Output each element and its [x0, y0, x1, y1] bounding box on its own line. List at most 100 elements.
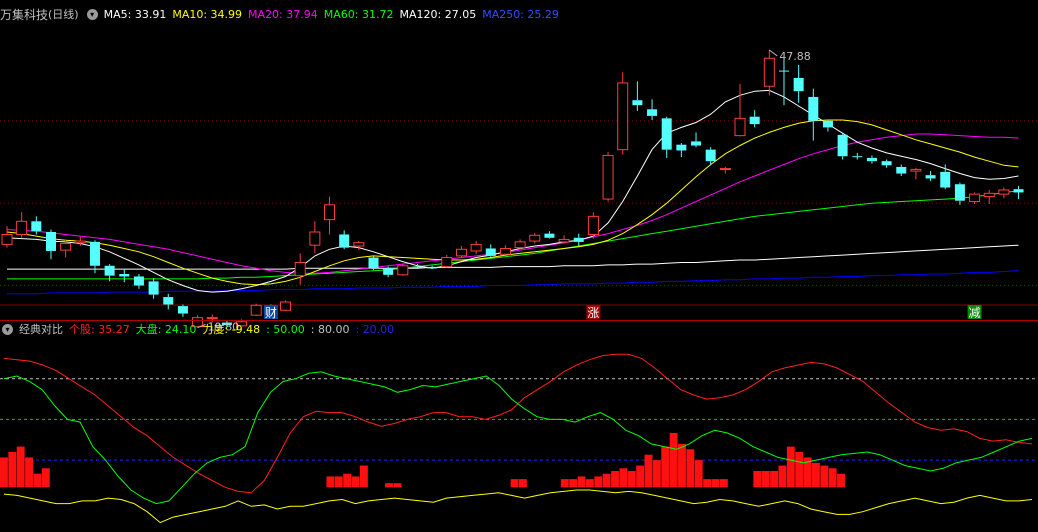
candle-body: [104, 265, 115, 276]
candle-body: [778, 70, 789, 72]
candle-body: [133, 276, 144, 286]
candlestick: [177, 304, 188, 317]
candlestick: [910, 167, 922, 180]
strength-bar: [837, 473, 845, 488]
sub-panel-name[interactable]: 经典对比: [19, 321, 63, 337]
candle-body: [822, 120, 833, 128]
candle-body: [397, 265, 409, 276]
candlestick: [719, 166, 731, 174]
candle-body: [1013, 189, 1024, 193]
strength-bar: [644, 454, 653, 488]
candlestick: [896, 164, 907, 176]
candle-body: [427, 267, 438, 269]
candlestick: [163, 293, 174, 310]
candlestick: [368, 255, 379, 270]
candle-body: [514, 241, 526, 249]
candlestick: [661, 116, 672, 158]
candle-body: [602, 154, 614, 200]
strength-bar: [585, 479, 594, 488]
candlestick: [866, 155, 877, 164]
candle-body: [852, 156, 863, 158]
strength-bar: [719, 479, 728, 488]
strength-bar: [770, 471, 778, 488]
candlestick: [133, 274, 144, 289]
candlestick: [793, 64, 804, 103]
strength-bar: [560, 479, 569, 488]
stock-name[interactable]: 万集科技: [0, 6, 48, 23]
stock-value-label: 个股: 35.27: [69, 323, 130, 336]
candle-body: [339, 234, 350, 248]
candlestick: [514, 239, 526, 250]
candlestick: [763, 50, 775, 96]
candlestick: [89, 240, 100, 274]
candle-body: [734, 117, 746, 137]
ma250-line: [7, 270, 1019, 295]
series-line-力度: [3, 489, 1033, 524]
ma250-label: MA250: 25.29: [482, 7, 559, 21]
candle-body: [45, 232, 56, 251]
candlestick: [969, 192, 981, 204]
candlestick: [676, 143, 687, 158]
strength-bar: [351, 476, 360, 488]
strength-bar: [41, 468, 50, 488]
candle-body: [74, 240, 86, 244]
candlestick: [427, 265, 438, 270]
main-panel-header: 万集科技 (日线) ▾ MA5: 33.91 MA10: 34.99 MA20: …: [0, 6, 559, 22]
strength-bar: [811, 462, 820, 488]
ref50-label: : 50.00: [266, 322, 305, 336]
strength-bar: [326, 476, 335, 488]
strength-bar: [25, 457, 33, 488]
candle-body: [998, 189, 1010, 195]
candle-body: [705, 149, 716, 162]
strength-bar: [519, 479, 527, 488]
candle-body: [661, 118, 672, 150]
candlestick: [1013, 185, 1024, 200]
strength-bar: [711, 479, 720, 488]
candlestick: [881, 159, 892, 168]
candle-body: [119, 274, 130, 277]
chevron-down-icon[interactable]: ▾: [86, 8, 98, 20]
candlestick: [397, 263, 409, 276]
stock-chart[interactable]: 47.8819.80财涨减: [0, 0, 1038, 532]
strength-bar: [761, 471, 770, 488]
candlestick: [441, 255, 453, 268]
event-marker-text: 涨: [587, 305, 599, 320]
candle-body: [940, 171, 951, 188]
candlestick: [485, 244, 496, 257]
candle-body: [983, 192, 995, 198]
candlestick: [808, 88, 819, 141]
candlestick: [778, 55, 789, 106]
ref20-label: : 20.00: [355, 322, 395, 336]
strength-bar: [343, 473, 352, 488]
candlestick: [705, 147, 716, 166]
ma60-label: MA60: 31.72: [323, 7, 394, 21]
candlestick: [940, 164, 951, 190]
event-marker: 涨: [586, 305, 601, 320]
candlestick: [16, 212, 28, 238]
chevron-down-icon[interactable]: ▾: [2, 323, 13, 335]
ref80-label: : 80.00: [310, 322, 350, 336]
chart-period: (日线): [48, 8, 79, 21]
candle-body: [866, 157, 877, 162]
candle-body: [60, 243, 72, 251]
candle-body: [881, 161, 892, 166]
strength-bar: [611, 471, 619, 488]
candlestick: [250, 303, 262, 316]
strength-bar: [669, 433, 678, 488]
candlestick: [324, 196, 336, 235]
strength-bar: [16, 446, 25, 488]
candlestick: [852, 152, 863, 160]
candle-body: [837, 134, 848, 157]
ma120-line: [7, 244, 1019, 270]
candlestick: [837, 133, 848, 160]
candle-body: [324, 204, 336, 221]
candle-body: [280, 301, 292, 311]
candle-body: [148, 281, 159, 295]
strength-bar: [753, 471, 762, 488]
series-line-个股: [3, 353, 1033, 494]
candle-body: [632, 100, 643, 106]
candlestick: [544, 231, 555, 239]
candle-body: [763, 57, 775, 87]
ma10-line: [6, 119, 1019, 286]
sub-panel-header: ▾ 经典对比 个股: 35.27 大盘: 24.10 力度: -9.48 : 5…: [0, 321, 394, 337]
